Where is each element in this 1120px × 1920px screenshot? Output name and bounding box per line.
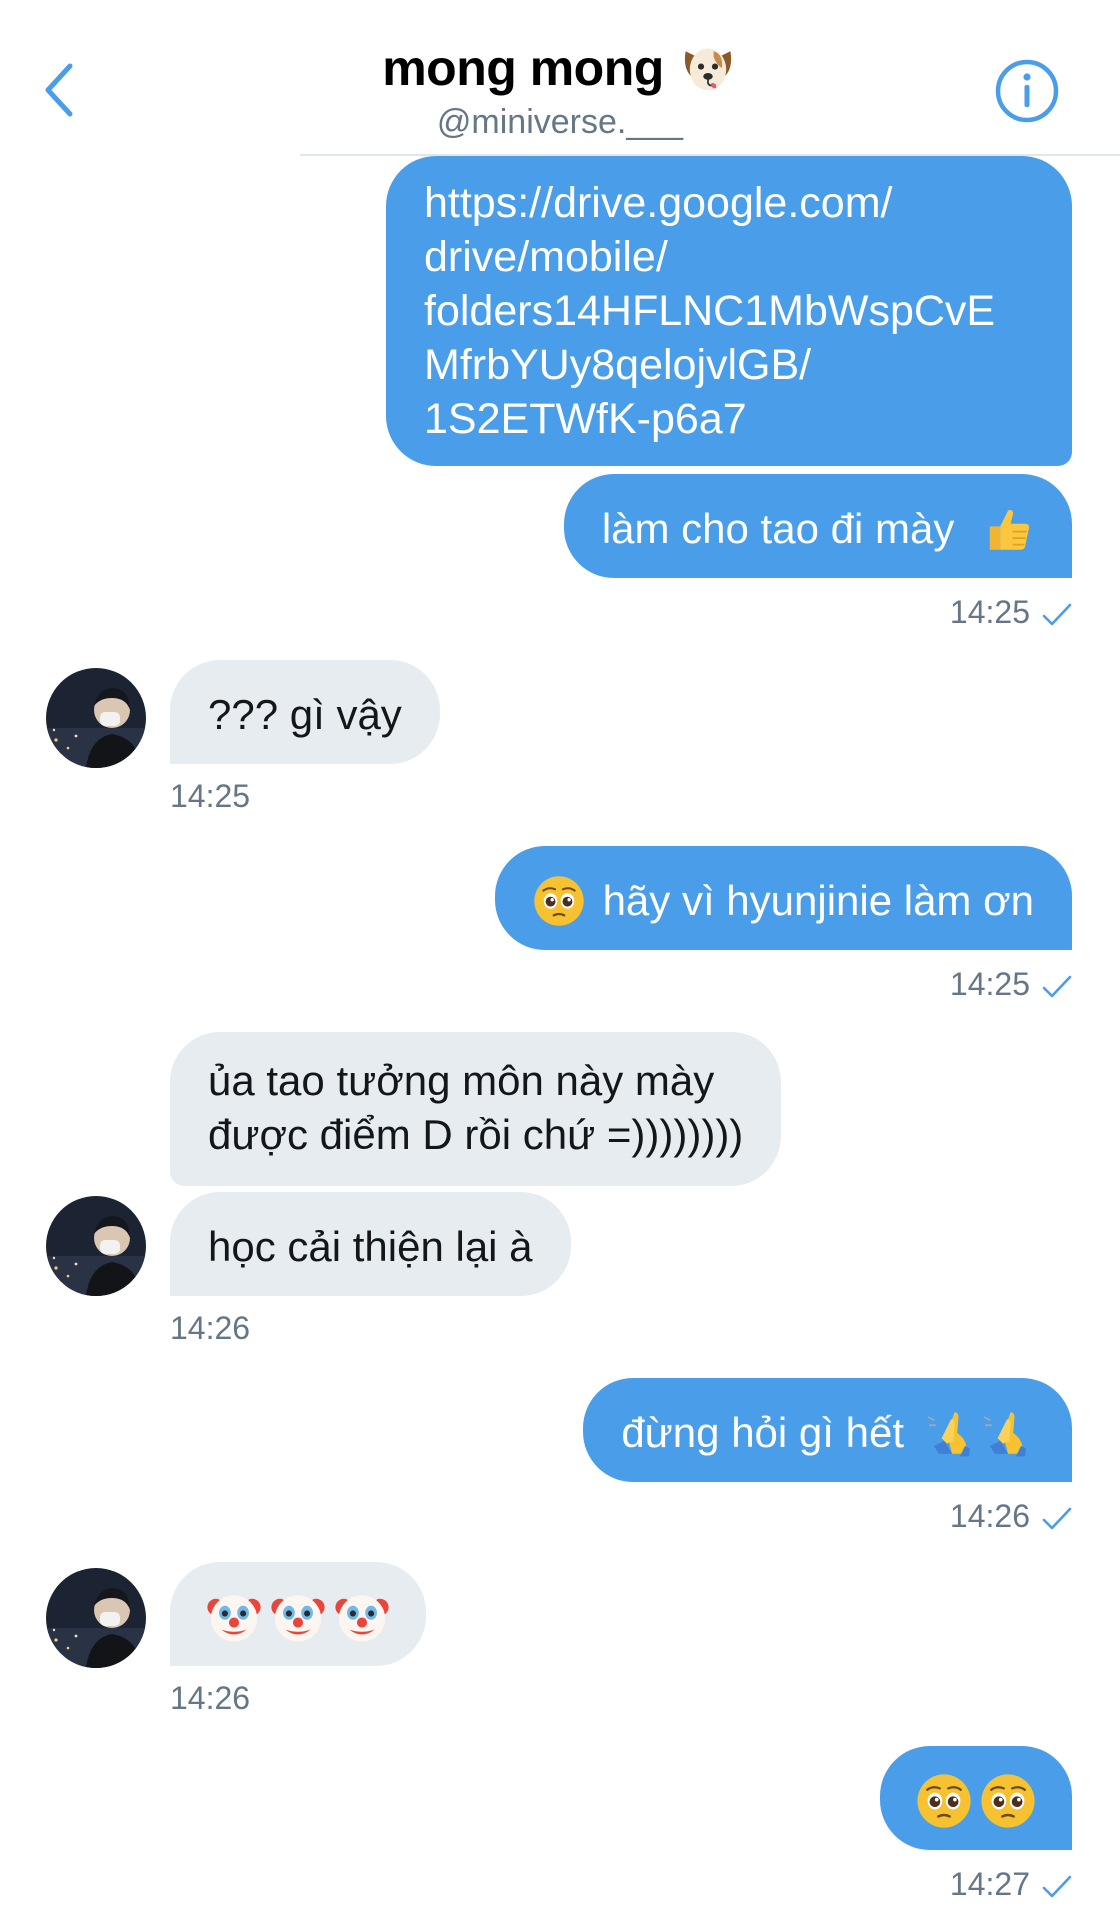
message-bubble-outgoing[interactable]: https://drive.google.com/ drive/mobile/ … bbox=[386, 156, 1072, 466]
timestamp-text: 14:27 bbox=[949, 1866, 1030, 1902]
person-praying-emoji-icon bbox=[982, 1407, 1034, 1459]
message-timestamp: 14:25 bbox=[170, 778, 251, 814]
pleading-face-emoji-icon bbox=[916, 1773, 972, 1829]
checkmark-icon bbox=[1042, 975, 1072, 997]
message-bubble-outgoing[interactable]: đừng hỏi gì hết bbox=[583, 1378, 1072, 1482]
message-text-line: ủa tao tưởng môn này mày bbox=[208, 1057, 715, 1104]
message-text-line: folders14HFLNC1MbWspCvE bbox=[424, 287, 996, 335]
message-bubble-outgoing[interactable] bbox=[880, 1746, 1072, 1850]
message-text: học cải thiện lại à bbox=[208, 1222, 533, 1270]
message-bubble-incoming[interactable]: ??? gì vậy bbox=[170, 660, 440, 764]
message-text-line: MfrbYUy8qelojvlGB/ bbox=[424, 341, 812, 389]
clown-face-emoji-icon bbox=[206, 1589, 262, 1645]
checkmark-icon bbox=[1042, 1507, 1072, 1529]
info-icon[interactable] bbox=[994, 58, 1060, 124]
message-text-line: drive/mobile/ bbox=[424, 233, 668, 281]
conversation-handle: @miniverse.___ bbox=[436, 103, 684, 141]
thumbs-up-emoji-icon bbox=[982, 503, 1034, 555]
pleading-face-emoji-icon bbox=[533, 875, 585, 927]
message-bubble-incoming[interactable]: ủa tao tưởng môn này mày được điểm D rồi… bbox=[170, 1032, 782, 1186]
message-timestamp: 14:26 bbox=[170, 1310, 251, 1346]
message-text: ??? gì vậy bbox=[208, 690, 402, 738]
message-text-line: được điểm D rồi chứ =)))))))) bbox=[208, 1111, 744, 1158]
timestamp-text: 14:26 bbox=[949, 1498, 1030, 1534]
dog-face-emoji-icon bbox=[678, 40, 738, 96]
message-bubble-incoming[interactable] bbox=[170, 1562, 426, 1666]
timestamp-text: 14:25 bbox=[949, 594, 1030, 630]
message-bubble-outgoing[interactable]: hãy vì hyunjinie làm ơn bbox=[494, 846, 1072, 950]
conversation-title-row: mong mong bbox=[0, 40, 1120, 96]
message-bubble-incoming[interactable]: học cải thiện lại à bbox=[170, 1192, 571, 1296]
checkmark-icon bbox=[1042, 1875, 1072, 1897]
conversation-header: mong mong @miniverse.___ bbox=[0, 0, 1120, 156]
conversation-title: mong mong bbox=[382, 40, 664, 96]
clown-face-emoji-icon bbox=[334, 1589, 390, 1645]
timestamp-text: 14:25 bbox=[949, 966, 1030, 1002]
avatar[interactable] bbox=[46, 1568, 146, 1668]
avatar[interactable] bbox=[46, 668, 146, 768]
checkmark-icon bbox=[1042, 603, 1072, 625]
message-timestamp: 14:25 bbox=[950, 964, 1072, 1004]
message-text: đừng hỏi gì hết bbox=[621, 1408, 904, 1456]
message-text-line: https://drive.google.com/ bbox=[424, 179, 893, 227]
message-timestamp: 14:27 bbox=[950, 1864, 1072, 1904]
message-text-line: 1S2ETWfK-p6a7 bbox=[424, 395, 747, 443]
person-praying-emoji-icon bbox=[926, 1407, 978, 1459]
pleading-face-emoji-icon bbox=[980, 1773, 1036, 1829]
message-text: hãy vì hyunjinie làm ơn bbox=[602, 876, 1034, 924]
message-text: làm cho tao đi mày bbox=[601, 504, 955, 552]
clown-face-emoji-icon bbox=[270, 1589, 326, 1645]
message-bubble-outgoing[interactable]: làm cho tao đi mày bbox=[563, 474, 1072, 578]
message-timestamp: 14:26 bbox=[950, 1496, 1072, 1536]
message-timestamp: 14:25 bbox=[950, 592, 1072, 632]
message-timestamp: 14:26 bbox=[170, 1680, 251, 1716]
avatar[interactable] bbox=[46, 1196, 146, 1296]
